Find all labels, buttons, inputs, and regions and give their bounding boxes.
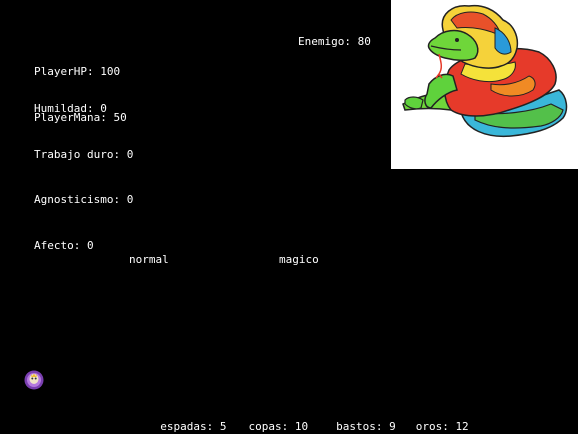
enemy-portrait — [391, 0, 578, 169]
virtue-humildad: Humildad: 0 — [34, 102, 107, 115]
deck-counts: espadas: 5 copas: 10 bastos: 9 oros: 12 — [147, 404, 468, 434]
virtue-agnosticismo: Agnosticismo: 0 — [34, 193, 134, 206]
crocodile-creature-icon — [402, 4, 568, 138]
attack-magic-button[interactable]: magico — [279, 252, 319, 267]
purple-spirit-icon[interactable] — [24, 370, 44, 390]
virtue-stats: Humildad: 0 Trabajo duro: 0 Agnosticismo… — [34, 71, 133, 268]
attack-normal-button[interactable]: normal — [129, 252, 169, 267]
virtue-trabajo-duro: Trabajo duro: 0 — [34, 147, 134, 161]
virtue-afecto: Afecto: 0 — [34, 238, 94, 252]
enemy-hp: Enemigo: 80 — [298, 35, 371, 48]
